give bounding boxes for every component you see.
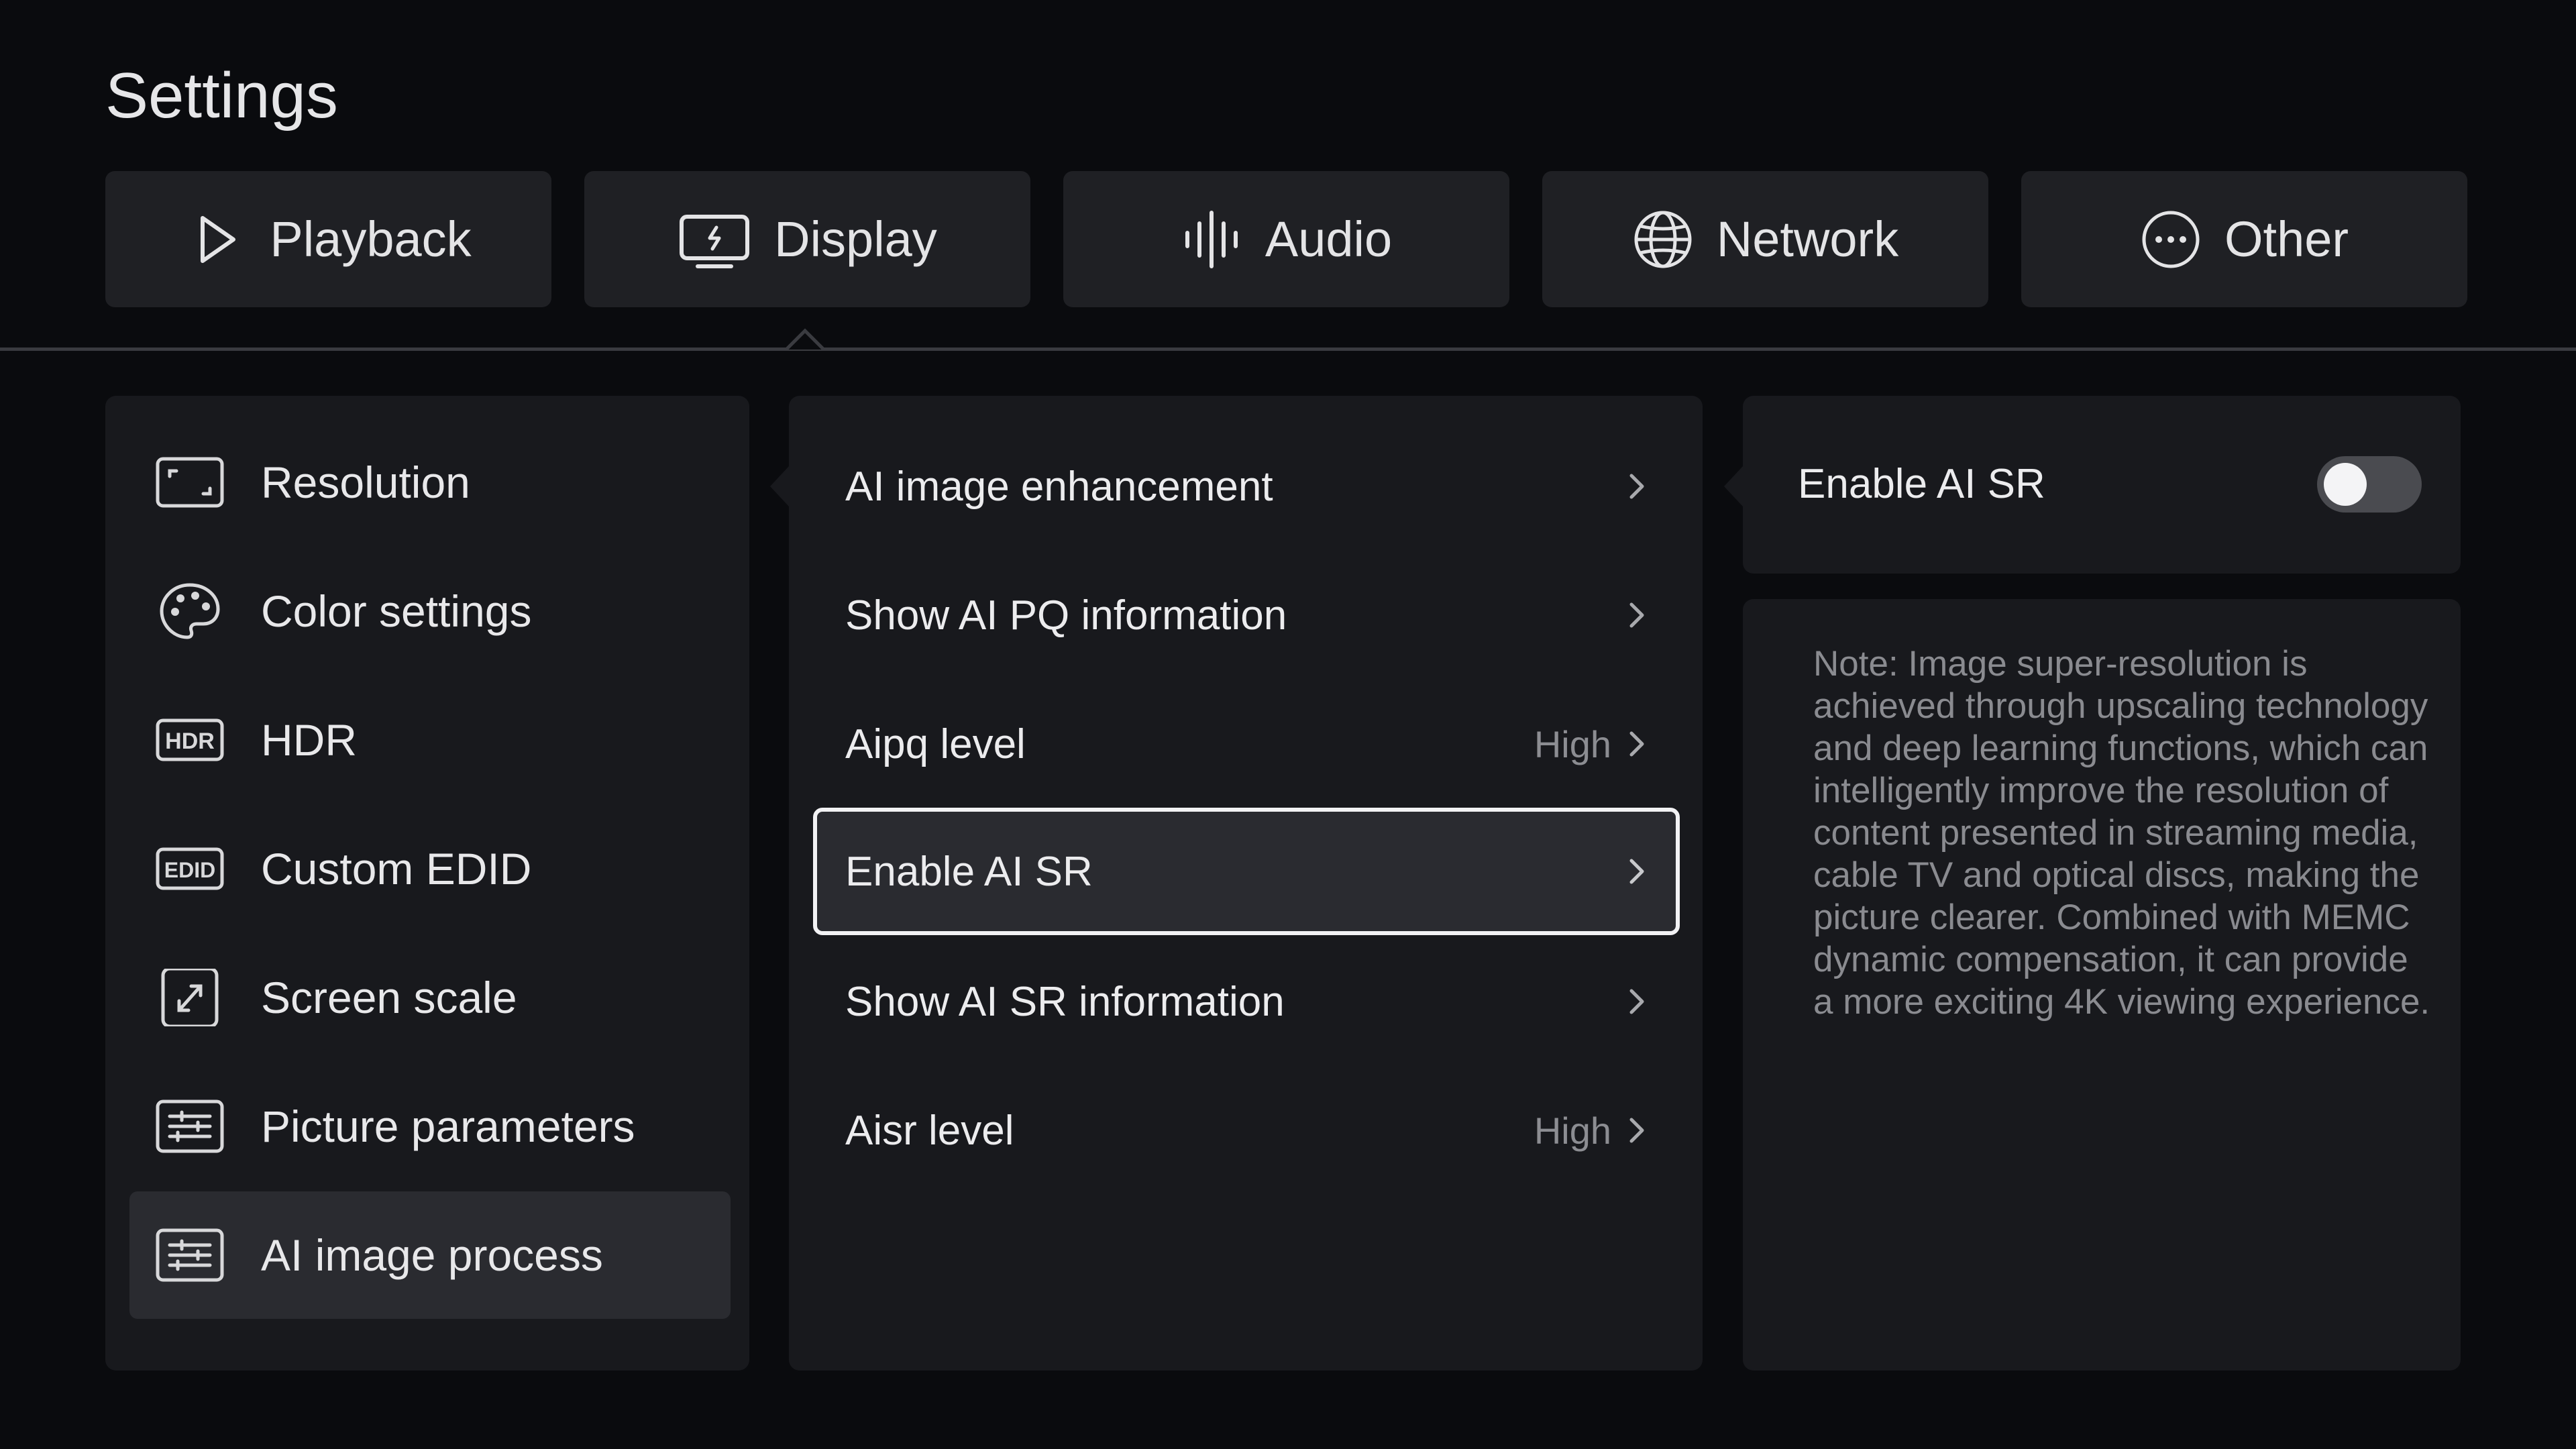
hdr-icon: HDR (155, 711, 225, 769)
tab-label: Display (774, 211, 937, 267)
chevron-right-icon (1623, 854, 1650, 889)
tab-display[interactable]: Display (584, 171, 1030, 307)
category-custom-edid[interactable]: EDID Custom EDID (129, 805, 731, 932)
screen-scale-icon (155, 969, 225, 1026)
option-ai-image-enhancement[interactable]: AI image enhancement (813, 423, 1680, 550)
category-hdr[interactable]: HDR HDR (129, 676, 731, 804)
option-aisr-level[interactable]: Aisr level High (813, 1067, 1680, 1194)
resolution-icon (155, 453, 225, 511)
category-label: AI image process (261, 1230, 603, 1280)
category-label: HDR (261, 715, 357, 765)
options-panel: AI image enhancement Show AI PQ informat… (789, 396, 1703, 1371)
tab-bar: Playback Display Audio Network Other (105, 171, 2468, 307)
option-label: Aisr level (845, 1107, 1014, 1154)
tab-playback[interactable]: Playback (105, 171, 551, 307)
edid-icon: EDID (155, 840, 225, 898)
toggle-knob (2324, 463, 2367, 506)
tab-label: Playback (270, 211, 472, 267)
option-show-ai-sr-information[interactable]: Show AI SR information (813, 938, 1680, 1065)
more-icon (2140, 209, 2202, 270)
display-icon (678, 209, 751, 270)
svg-text:HDR: HDR (165, 729, 215, 754)
category-label: Resolution (261, 458, 470, 507)
tab-label: Audio (1265, 211, 1393, 267)
chevron-right-icon (1623, 727, 1650, 761)
palette-icon (155, 582, 225, 640)
audio-wave-icon (1181, 209, 1242, 270)
toggle-panel: Enable AI SR (1743, 396, 2461, 574)
toggle-label: Enable AI SR (1798, 461, 2045, 507)
option-show-ai-pq-information[interactable]: Show AI PQ information (813, 551, 1680, 679)
option-label: Aipq level (845, 720, 1026, 767)
tab-network[interactable]: Network (1542, 171, 1988, 307)
chevron-right-icon (1623, 1113, 1650, 1148)
chevron-right-icon (1623, 598, 1650, 633)
option-enable-ai-sr[interactable]: Enable AI SR (813, 808, 1680, 935)
panel-connector (1724, 466, 1743, 506)
chevron-right-icon (1623, 469, 1650, 504)
category-label: Picture parameters (261, 1102, 635, 1151)
description-note: Note: Image super-resolution is achieved… (1813, 644, 2430, 1022)
option-value: High (1534, 1109, 1611, 1152)
enable-ai-sr-toggle[interactable] (2317, 456, 2422, 513)
play-icon (185, 209, 247, 270)
option-value: High (1534, 722, 1611, 765)
tab-label: Network (1716, 211, 1899, 267)
page-title: Settings (105, 60, 338, 131)
description-panel: Note: Image super-resolution is achieved… (1743, 599, 2461, 1371)
category-label: Screen scale (261, 973, 517, 1022)
category-picture-parameters[interactable]: Picture parameters (129, 1063, 731, 1190)
panel-connector (770, 466, 789, 506)
option-aipq-level[interactable]: Aipq level High (813, 680, 1680, 808)
category-label: Color settings (261, 586, 532, 636)
category-screen-scale[interactable]: Screen scale (129, 934, 731, 1061)
category-panel: Resolution Color settings HDR HDR EDID C… (105, 396, 749, 1371)
category-resolution[interactable]: Resolution (129, 419, 731, 546)
option-label: AI image enhancement (845, 463, 1273, 510)
option-label: Show AI PQ information (845, 592, 1287, 639)
active-tab-indicator (785, 328, 825, 351)
globe-icon (1632, 209, 1694, 270)
chevron-right-icon (1623, 984, 1650, 1019)
tab-label: Other (2224, 211, 2349, 267)
tab-audio[interactable]: Audio (1063, 171, 1509, 307)
svg-text:EDID: EDID (164, 858, 215, 882)
sliders-icon (155, 1097, 225, 1155)
category-label: Custom EDID (261, 844, 532, 894)
tab-other[interactable]: Other (2021, 171, 2467, 307)
category-ai-image-process[interactable]: AI image process (129, 1191, 731, 1319)
sliders-icon (155, 1226, 225, 1284)
option-label: Enable AI SR (845, 848, 1093, 895)
category-color-settings[interactable]: Color settings (129, 547, 731, 675)
tab-divider (0, 347, 2576, 351)
option-label: Show AI SR information (845, 978, 1285, 1025)
